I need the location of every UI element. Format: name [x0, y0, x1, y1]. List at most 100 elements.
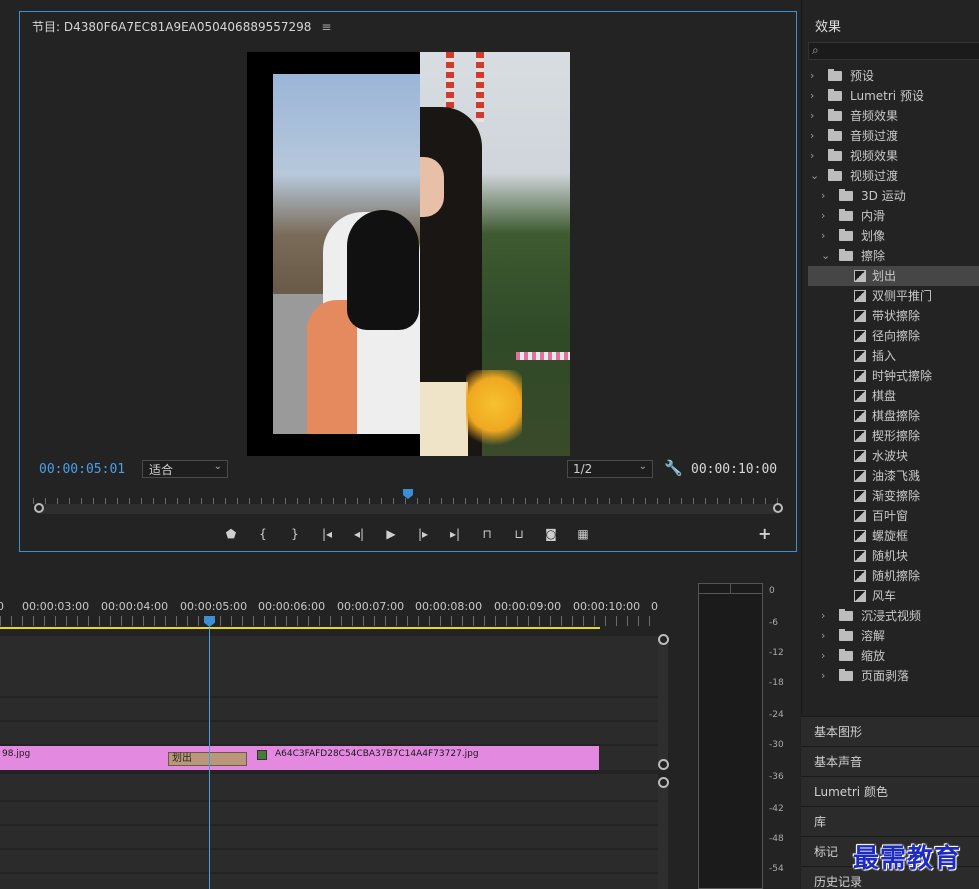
folder-item[interactable]: › 溶解: [808, 626, 979, 646]
chevron-right-icon[interactable]: ›: [810, 86, 820, 106]
play-icon[interactable]: ▶: [375, 524, 407, 544]
chevron-right-icon[interactable]: ›: [821, 606, 831, 626]
chevron-right-icon[interactable]: ›: [821, 666, 831, 686]
audio-track[interactable]: [0, 850, 658, 872]
chevron-right-icon[interactable]: ›: [810, 146, 820, 166]
tree-item-label: 沉浸式视频: [861, 609, 922, 623]
go-to-in-icon[interactable]: |◂: [311, 524, 343, 544]
audio-track[interactable]: [0, 802, 658, 824]
settings-wrench-icon[interactable]: 🔧: [664, 459, 683, 477]
effect-item[interactable]: 渐变擦除: [808, 486, 979, 506]
timeline-playhead[interactable]: [209, 628, 210, 889]
folder-item[interactable]: › 音频效果: [808, 106, 979, 126]
vertical-scrollbar[interactable]: [658, 638, 668, 764]
scroll-handle-top[interactable]: [658, 634, 669, 645]
step-forward-icon[interactable]: |▸: [407, 524, 439, 544]
chevron-down-icon[interactable]: ⌄: [810, 166, 820, 186]
folder-item[interactable]: › 预设: [808, 66, 979, 86]
video-track[interactable]: [0, 698, 658, 720]
fit-select[interactable]: 适合 ⌄: [142, 460, 228, 478]
effect-item[interactable]: 带状擦除: [808, 306, 979, 326]
video-track[interactable]: [0, 636, 658, 696]
folder-item[interactable]: › 音频过渡: [808, 126, 979, 146]
folder-item[interactable]: › 沉浸式视频: [808, 606, 979, 626]
mark-in-icon[interactable]: {: [247, 524, 279, 544]
step-back-icon[interactable]: ◂|: [343, 524, 375, 544]
chevron-right-icon[interactable]: ›: [821, 226, 831, 246]
chevron-right-icon[interactable]: ›: [821, 646, 831, 666]
folder-item[interactable]: › Lumetri 预设: [808, 86, 979, 106]
effect-item[interactable]: 油漆飞溅: [808, 466, 979, 486]
add-button[interactable]: +: [758, 524, 771, 543]
vertical-scrollbar[interactable]: [658, 782, 668, 889]
video-preview[interactable]: [247, 52, 570, 456]
chevron-right-icon[interactable]: ›: [821, 186, 831, 206]
panel-title[interactable]: 效果: [815, 16, 841, 35]
chevron-right-icon[interactable]: ›: [821, 626, 831, 646]
compare-view-icon[interactable]: ▦: [567, 524, 599, 544]
extract-icon[interactable]: ⊔: [503, 524, 535, 544]
marker-icon[interactable]: ⬟: [215, 524, 247, 544]
monitor-zoom-bar[interactable]: [38, 504, 778, 514]
audio-track[interactable]: [0, 826, 658, 848]
audio-track[interactable]: [0, 874, 658, 889]
folder-item[interactable]: › 划像: [808, 226, 979, 246]
tree-item-label: 随机块: [872, 549, 909, 563]
zoom-handle-left[interactable]: [34, 503, 44, 513]
folder-item[interactable]: ⌄ 擦除: [808, 246, 979, 266]
tower-shape: [476, 52, 484, 122]
effect-item[interactable]: 水波块: [808, 446, 979, 466]
panel-menu-icon[interactable]: ≡: [321, 20, 331, 34]
effect-item[interactable]: 棋盘擦除: [808, 406, 979, 426]
folder-item[interactable]: › 缩放: [808, 646, 979, 666]
effect-item[interactable]: 风车: [808, 586, 979, 606]
zoom-handle-right[interactable]: [773, 503, 783, 513]
chevron-right-icon[interactable]: ›: [810, 106, 820, 126]
tree-item-label: 缩放: [861, 649, 886, 663]
audio-track[interactable]: [0, 774, 658, 800]
folder-item[interactable]: › 3D 运动: [808, 186, 979, 206]
panel-essential-graphics[interactable]: 基本图形: [801, 716, 979, 746]
effect-item[interactable]: 双侧平推门: [808, 286, 979, 306]
effect-item[interactable]: 百叶窗: [808, 506, 979, 526]
panel-lumetri-color[interactable]: Lumetri 颜色: [801, 776, 979, 806]
time-ruler[interactable]: [0, 616, 660, 626]
effect-item[interactable]: 划出: [808, 266, 979, 286]
folder-item[interactable]: › 页面剥落: [808, 666, 979, 686]
panel-essential-sound[interactable]: 基本声音: [801, 746, 979, 776]
tree-item-label: 音频效果: [850, 109, 899, 123]
effect-item[interactable]: 插入: [808, 346, 979, 366]
effect-item[interactable]: 时钟式擦除: [808, 366, 979, 386]
folder-icon: [839, 189, 853, 201]
folder-item[interactable]: › 内滑: [808, 206, 979, 226]
resolution-select[interactable]: 1/2 ⌄: [567, 460, 653, 478]
chevron-right-icon[interactable]: ›: [810, 66, 820, 86]
tree-item-label: 油漆飞溅: [872, 469, 921, 483]
scroll-handle-top[interactable]: [658, 777, 669, 788]
effect-item[interactable]: 棋盘: [808, 386, 979, 406]
panel-libraries[interactable]: 库: [801, 806, 979, 836]
go-to-out-icon[interactable]: ▸|: [439, 524, 471, 544]
scroll-handle-bottom[interactable]: [658, 759, 669, 770]
clip-right[interactable]: A64C3FAFD28C54CBA37B7C14A4F73727.jpg: [209, 746, 599, 770]
effect-item[interactable]: 随机擦除: [808, 566, 979, 586]
tree-item-label: 页面剥落: [861, 669, 910, 683]
effect-item[interactable]: 径向擦除: [808, 326, 979, 346]
video-track[interactable]: [0, 722, 658, 744]
folder-item[interactable]: › 视频效果: [808, 146, 979, 166]
export-frame-icon[interactable]: ◙: [535, 524, 567, 544]
work-area-bar[interactable]: [0, 627, 600, 629]
effect-item[interactable]: 螺旋框: [808, 526, 979, 546]
transition-clip[interactable]: 划出: [168, 752, 247, 766]
effects-search-input[interactable]: ⌕: [808, 42, 979, 60]
mark-out-icon[interactable]: }: [279, 524, 311, 544]
lift-icon[interactable]: ⊓: [471, 524, 503, 544]
chevron-right-icon[interactable]: ›: [821, 206, 831, 226]
chevron-down-icon[interactable]: ⌄: [821, 246, 831, 266]
effect-item[interactable]: 随机块: [808, 546, 979, 566]
monitor-title[interactable]: 节目: D4380F6A7EC81A9EA050406889557298: [32, 18, 311, 35]
chevron-right-icon[interactable]: ›: [810, 126, 820, 146]
current-timecode[interactable]: 00:00:05:01: [39, 462, 125, 477]
folder-item[interactable]: ⌄ 视频过渡: [808, 166, 979, 186]
effect-item[interactable]: 楔形擦除: [808, 426, 979, 446]
